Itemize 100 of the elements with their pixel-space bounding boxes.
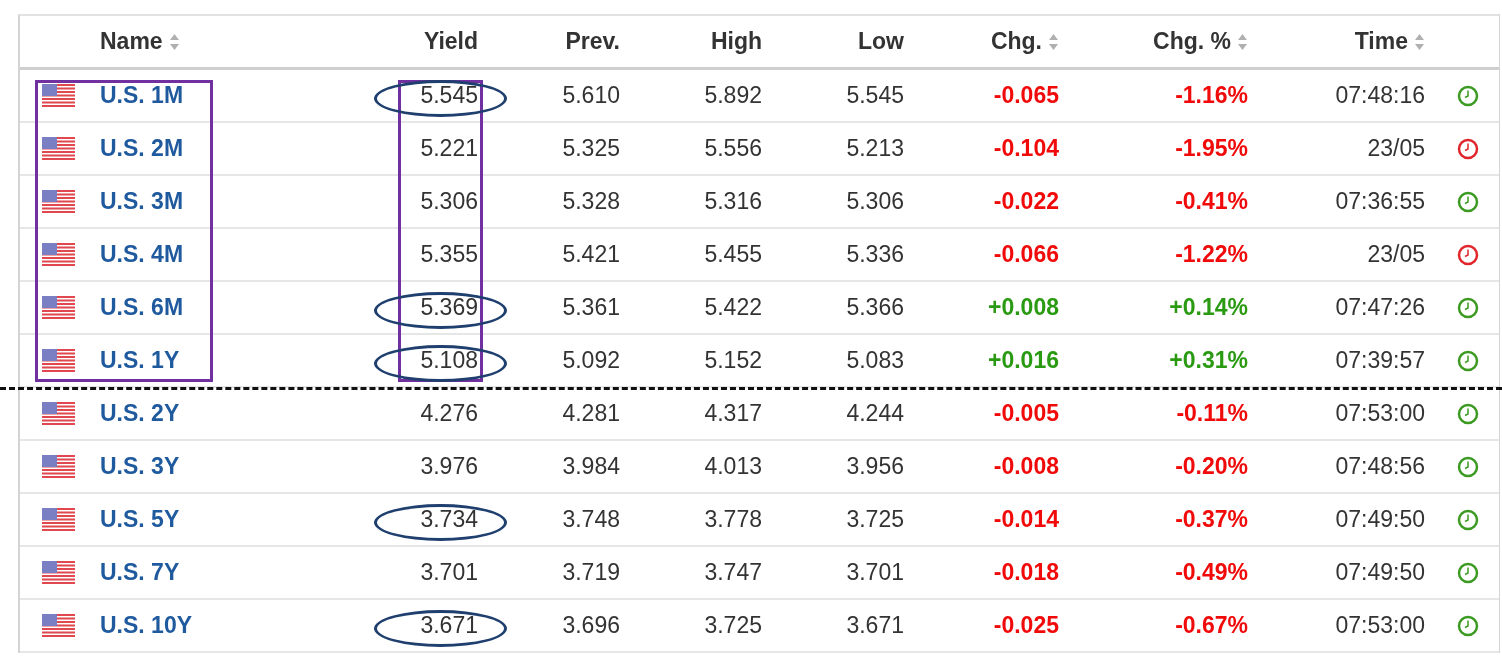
column-header[interactable]: Name [100, 28, 350, 55]
column-header[interactable]: Chg. % [1061, 28, 1250, 55]
high-value: 4.013 [703, 453, 763, 480]
flag-icon [42, 613, 75, 638]
change-percent: -0.49% [1174, 559, 1249, 586]
high-value: 5.556 [703, 135, 763, 162]
time-value: 07:53:00 [1334, 612, 1426, 639]
change-value: -0.018 [992, 559, 1060, 586]
change-percent: -1.95% [1174, 135, 1249, 162]
yield-value: 5.545 [419, 82, 479, 109]
time-value: 07:53:00 [1334, 400, 1426, 427]
time-value: 07:48:56 [1334, 453, 1426, 480]
change-value: +0.016 [987, 347, 1060, 374]
change-percent: -0.41% [1174, 188, 1249, 215]
time-value: 07:47:26 [1334, 294, 1426, 321]
column-header: High [709, 28, 763, 55]
low-value: 5.083 [845, 347, 905, 374]
change-percent: +0.31% [1168, 347, 1249, 374]
change-value: -0.022 [992, 188, 1060, 215]
change-value: -0.025 [992, 612, 1060, 639]
instrument-name[interactable]: U.S. 5Y [100, 506, 350, 533]
previous-value: 3.984 [561, 453, 621, 480]
high-value: 3.725 [703, 612, 763, 639]
instrument-name[interactable]: U.S. 7Y [100, 559, 350, 586]
low-value: 3.956 [845, 453, 905, 480]
change-value: -0.104 [992, 135, 1060, 162]
time-value: 07:49:50 [1334, 559, 1426, 586]
low-value: 5.545 [845, 82, 905, 109]
low-value: 3.725 [845, 506, 905, 533]
flag-icon [42, 83, 75, 108]
previous-value: 5.092 [561, 347, 621, 374]
time-value: 07:36:55 [1334, 188, 1426, 215]
yield-value: 5.108 [419, 347, 479, 374]
yield-value: 5.221 [419, 135, 479, 162]
change-percent: -1.16% [1174, 82, 1249, 109]
high-value: 5.152 [703, 347, 763, 374]
instrument-name[interactable]: U.S. 2Y [100, 400, 350, 427]
flag-icon [42, 295, 75, 320]
change-value: -0.065 [992, 82, 1060, 109]
flag-icon [42, 242, 75, 267]
change-value: -0.014 [992, 506, 1060, 533]
high-value: 5.422 [703, 294, 763, 321]
instrument-name[interactable]: U.S. 1Y [100, 347, 350, 374]
instrument-name[interactable]: U.S. 10Y [100, 612, 350, 639]
yield-value: 3.734 [419, 506, 479, 533]
high-value: 3.778 [703, 506, 763, 533]
change-percent: +0.14% [1168, 294, 1249, 321]
flag-icon [42, 189, 75, 214]
time-value: 07:39:57 [1334, 347, 1426, 374]
sort-icon [1237, 32, 1248, 51]
previous-value: 5.328 [561, 188, 621, 215]
yield-value: 5.355 [419, 241, 479, 268]
column-header: Yield [422, 28, 479, 55]
previous-value: 3.748 [561, 506, 621, 533]
previous-value: 5.610 [561, 82, 621, 109]
instrument-name[interactable]: U.S. 4M [100, 241, 350, 268]
time-value: 07:48:16 [1334, 82, 1426, 109]
instrument-name[interactable]: U.S. 3M [100, 188, 350, 215]
previous-value: 3.696 [561, 612, 621, 639]
change-percent: -0.67% [1174, 612, 1249, 639]
low-value: 3.671 [845, 612, 905, 639]
yield-value: 3.976 [419, 453, 479, 480]
previous-value: 5.421 [561, 241, 621, 268]
column-header[interactable]: Time [1250, 28, 1427, 55]
high-value: 5.455 [703, 241, 763, 268]
time-value: 07:49:50 [1334, 506, 1426, 533]
high-value: 5.316 [703, 188, 763, 215]
change-value: -0.066 [992, 241, 1060, 268]
change-value: -0.005 [992, 400, 1060, 427]
yield-value: 4.276 [419, 400, 479, 427]
flag-icon [42, 560, 75, 585]
flag-icon [42, 348, 75, 373]
low-value: 5.336 [845, 241, 905, 268]
column-header: Prev. [564, 28, 621, 55]
previous-value: 5.325 [561, 135, 621, 162]
instrument-name[interactable]: U.S. 6M [100, 294, 350, 321]
change-percent: -0.37% [1174, 506, 1249, 533]
column-header[interactable]: Chg. [906, 28, 1061, 55]
yield-value: 3.701 [419, 559, 479, 586]
flag-icon [42, 454, 75, 479]
yield-value: 5.369 [419, 294, 479, 321]
flag-icon [42, 136, 75, 161]
low-value: 3.701 [845, 559, 905, 586]
change-percent: -0.11% [1175, 400, 1249, 427]
low-value: 5.213 [845, 135, 905, 162]
time-value: 23/05 [1366, 135, 1426, 162]
instrument-name[interactable]: U.S. 1M [100, 82, 350, 109]
instrument-name[interactable]: U.S. 2M [100, 135, 350, 162]
instrument-name[interactable]: U.S. 3Y [100, 453, 350, 480]
high-value: 5.892 [703, 82, 763, 109]
change-percent: -0.20% [1174, 453, 1249, 480]
low-value: 5.366 [845, 294, 905, 321]
previous-value: 3.719 [561, 559, 621, 586]
yield-value: 3.671 [419, 612, 479, 639]
change-value: +0.008 [987, 294, 1060, 321]
low-value: 5.306 [845, 188, 905, 215]
high-value: 3.747 [703, 559, 763, 586]
change-percent: -1.22% [1174, 241, 1249, 268]
yield-value: 5.306 [419, 188, 479, 215]
column-header: Low [857, 28, 905, 55]
